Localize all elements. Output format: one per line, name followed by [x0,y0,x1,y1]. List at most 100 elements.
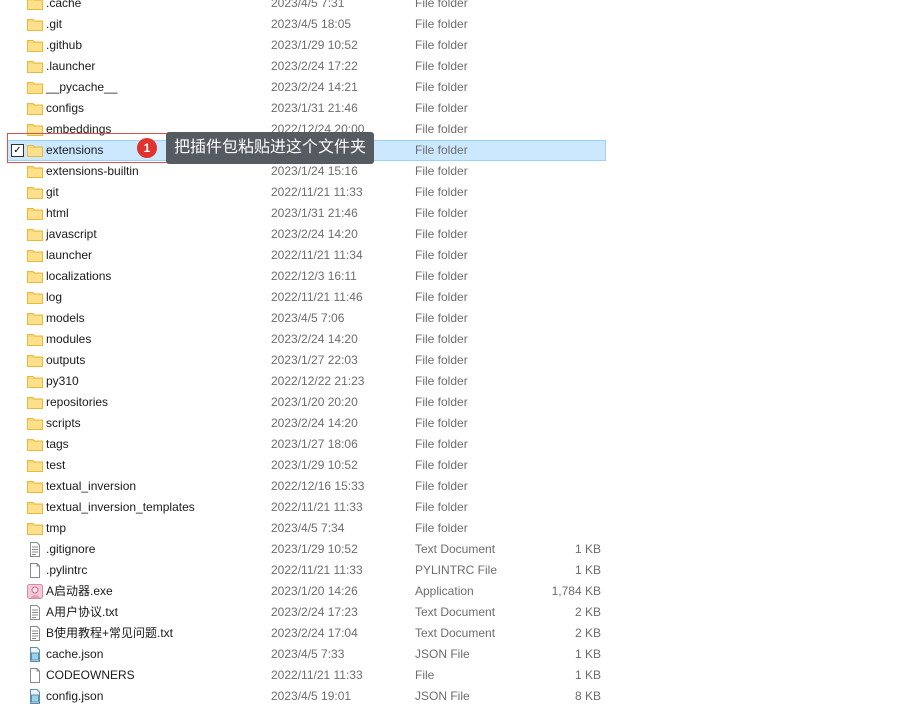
file-row[interactable]: B使用教程+常见问题.txt 2023/2/24 17:04 Text Docume… [0,623,903,644]
file-date-modified: 2023/4/5 19:01 [271,689,352,703]
file-row[interactable]: html 2023/1/31 21:46 File folder [0,203,903,224]
folder-icon [27,0,43,11]
file-row[interactable]: outputs 2023/1/27 22:03 File folder [0,350,903,371]
file-type: File folder [415,290,468,304]
folder-icon [27,395,43,410]
file-row[interactable]: .github 2023/1/29 10:52 File folder [0,35,903,56]
file-name: tmp [46,521,67,535]
file-date-modified: 2023/2/24 14:20 [271,332,358,346]
file-row[interactable]: py310 2022/12/22 21:23 File folder [0,371,903,392]
file-row[interactable]: repositories 2023/1/20 20:20 File folder [0,392,903,413]
file-size: 1 KB [574,563,601,577]
file-row[interactable]: textual_inversion 2022/12/16 15:33 File fo… [0,476,903,497]
file-date-modified: 2022/12/3 16:11 [271,269,357,283]
file-row[interactable]: cache.json 2023/4/5 7:33 JSON File 1 KB [0,644,903,665]
file-type: File folder [415,248,468,262]
file-name: embeddings [46,122,112,136]
file-type: File folder [415,458,468,472]
folder-icon [27,164,43,179]
file-name: modules [46,332,92,346]
file-date-modified: 2023/4/5 7:33 [271,647,345,661]
file-name: configs [46,101,85,115]
file-row[interactable]: .git 2023/4/5 18:05 File folder [0,14,903,35]
file-date-modified: 2022/11/21 11:34 [271,248,363,262]
file-row[interactable]: tags 2023/1/27 18:06 File folder [0,434,903,455]
json-file-icon [27,689,43,704]
file-row[interactable]: extensions-builtin 2023/1/24 15:16 File fo… [0,161,903,182]
file-row[interactable]: CODEOWNERS 2022/11/21 11:33 File 1 KB [0,665,903,686]
folder-icon [27,80,43,95]
file-row[interactable]: config.json 2023/4/5 19:01 JSON File 8 KB [0,686,903,707]
file-row[interactable]: scripts 2023/2/24 14:20 File folder [0,413,903,434]
file-date-modified: 2023/1/20 20:20 [271,395,358,409]
file-name: git [46,185,59,199]
file-row[interactable]: __pycache__ 2023/2/24 14:21 File folder [0,77,903,98]
file-date-modified: 2023/1/27 18:06 [271,437,358,451]
folder-icon [27,290,43,305]
file-name: extensions-builtin [46,164,139,178]
file-date-modified: 2023/2/24 17:04 [271,626,358,640]
file-type: File folder [415,500,468,514]
file-row[interactable]: git 2022/11/21 11:33 File folder [0,182,903,203]
file-name: launcher [46,248,93,262]
file-row[interactable]: embeddings 2022/12/24 20:00 File folder [0,119,903,140]
file-row[interactable]: modules 2023/2/24 14:20 File folder [0,329,903,350]
file-type: File folder [415,374,468,388]
file-type: Text Document [415,542,496,556]
folder-icon [27,17,43,32]
file-type: File folder [415,17,468,31]
file-row[interactable]: .pylintrc 2022/11/21 11:33 PYLINTRC File 1 … [0,560,903,581]
file-row[interactable]: models 2023/4/5 7:06 File folder [0,308,903,329]
file-date-modified: 2022/11/21 11:46 [271,290,363,304]
file-name: py310 [46,374,79,388]
file-type: File folder [415,143,468,157]
file-name: config.json [46,689,104,703]
blank-file-icon [27,563,43,578]
file-date-modified: 2023/1/27 22:03 [271,353,358,367]
file-row[interactable]: .gitignore 2023/1/29 10:52 Text Document 1 … [0,539,903,560]
file-date-modified: 2023/4/5 7:34 [271,521,345,535]
file-type: File folder [415,101,468,115]
file-type: Text Document [415,605,496,619]
file-date-modified: 2023/1/20 14:26 [271,584,358,598]
file-name: models [46,311,85,325]
file-row[interactable]: ✓ extensions File folder [0,140,903,161]
file-row[interactable]: test 2023/1/29 10:52 File folder [0,455,903,476]
json-file-icon [27,647,43,662]
file-row[interactable]: textual_inversion_templates 2022/11/21 11… [0,497,903,518]
file-type: File folder [415,59,468,73]
file-name: .cache [46,0,82,10]
folder-icon [27,521,43,536]
file-name: B使用教程+常见问题.txt [46,626,174,640]
file-type: File folder [415,206,468,220]
folder-icon [27,122,43,137]
file-row[interactable]: .launcher 2023/2/24 17:22 File folder [0,56,903,77]
file-date-modified: 2023/1/31 21:46 [271,206,358,220]
file-name: html [46,206,69,220]
folder-icon [27,206,43,221]
file-row[interactable]: A用户协议.txt 2023/2/24 17:23 Text Document 2 K… [0,602,903,623]
folder-icon [27,437,43,452]
row-checkbox[interactable]: ✓ [11,144,24,157]
file-row[interactable]: A启动器.exe 2023/1/20 14:26 Application 1,784 … [0,581,903,602]
folder-icon [27,38,43,53]
file-row[interactable]: javascript 2023/2/24 14:20 File folder [0,224,903,245]
file-type: File folder [415,164,468,178]
file-row[interactable]: log 2022/11/21 11:46 File folder [0,287,903,308]
file-size: 8 KB [574,689,601,703]
file-type: File folder [415,416,468,430]
file-type: Text Document [415,626,496,640]
file-name: repositories [46,395,109,409]
file-name: textual_inversion_templates [46,500,195,514]
file-row[interactable]: .cache 2023/4/5 7:31 File folder [0,0,903,14]
file-date-modified: 2022/12/22 21:23 [271,374,365,388]
file-date-modified: 2023/4/5 7:06 [271,311,345,325]
file-size: 2 KB [574,605,601,619]
file-row[interactable]: launcher 2022/11/21 11:34 File folder [0,245,903,266]
file-name: .gitignore [46,542,96,556]
file-type: File folder [415,227,468,241]
file-row[interactable]: configs 2023/1/31 21:46 File folder [0,98,903,119]
file-row[interactable]: tmp 2023/4/5 7:34 File folder [0,518,903,539]
folder-icon [27,458,43,473]
file-row[interactable]: localizations 2022/12/3 16:11 File folder [0,266,903,287]
